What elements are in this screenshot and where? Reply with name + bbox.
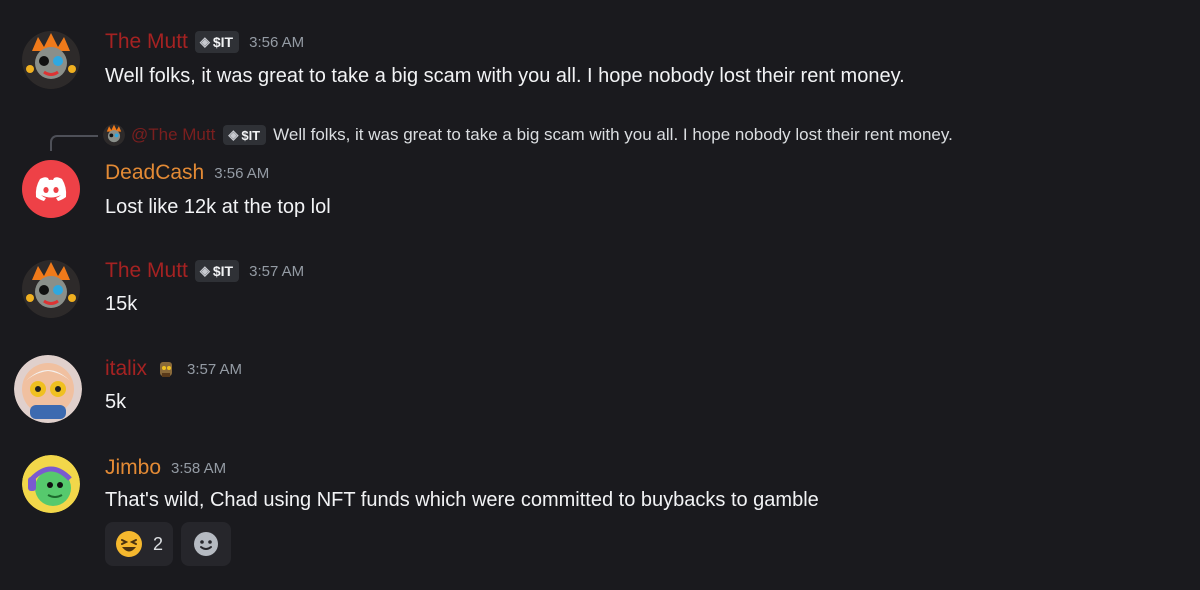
laughing-face-icon [116, 531, 142, 557]
message-text: 15k [105, 293, 138, 315]
timestamp: 3:57 AM [187, 360, 243, 378]
username[interactable]: DeadCash [105, 161, 204, 185]
reply-avatar [103, 124, 125, 146]
avatar[interactable] [22, 260, 80, 318]
smiley-icon [194, 532, 219, 556]
chat-messages: The Mutt ◈ $IT 3:56 AM Well folks, it wa… [0, 0, 1200, 590]
server-tag[interactable]: ◈ $IT [194, 260, 240, 282]
avatar[interactable] [14, 355, 82, 423]
reply-username[interactable]: @The Mutt [131, 125, 215, 145]
role-icon [155, 358, 177, 380]
server-tag[interactable]: ◈ $IT [194, 31, 240, 53]
reply-text: Well folks, it was great to take a big s… [273, 125, 953, 144]
diamond-icon: ◈ [228, 127, 239, 142]
avatar[interactable] [22, 160, 80, 218]
message-text: Well folks, it was great to take a big s… [105, 65, 905, 87]
username[interactable]: Jimbo [105, 456, 161, 480]
timestamp: 3:58 AM [171, 459, 227, 477]
reply-connector [50, 135, 98, 151]
timestamp: 3:56 AM [249, 33, 305, 51]
reply-preview[interactable]: @The Mutt ◈ $IT Well folks, it was great… [103, 124, 953, 146]
username[interactable]: italix [105, 357, 147, 381]
timestamp: 3:56 AM [214, 164, 270, 182]
message-text: That's wild, Chad using NFT funds which … [105, 489, 819, 511]
username[interactable]: The Mutt [105, 259, 188, 283]
diamond-icon: ◈ [199, 34, 210, 49]
reaction-laughing[interactable]: 2 [105, 522, 174, 566]
username[interactable]: The Mutt [105, 30, 188, 54]
avatar[interactable] [22, 455, 80, 513]
server-tag-label: $IT [212, 263, 234, 279]
message-text: Lost like 12k at the top lol [105, 196, 331, 218]
reaction-count: 2 [153, 533, 164, 554]
reactions: 2 [105, 522, 232, 566]
avatar[interactable] [22, 31, 80, 89]
reply-server-tag: ◈ $IT [223, 125, 267, 145]
discord-icon [35, 177, 67, 201]
diamond-icon: ◈ [199, 263, 210, 278]
add-reaction-button[interactable] [181, 522, 232, 566]
message-text: 5k [105, 391, 127, 413]
server-tag-label: $IT [212, 34, 234, 50]
timestamp: 3:57 AM [249, 262, 305, 280]
reply-server-tag-label: $IT [241, 127, 261, 143]
